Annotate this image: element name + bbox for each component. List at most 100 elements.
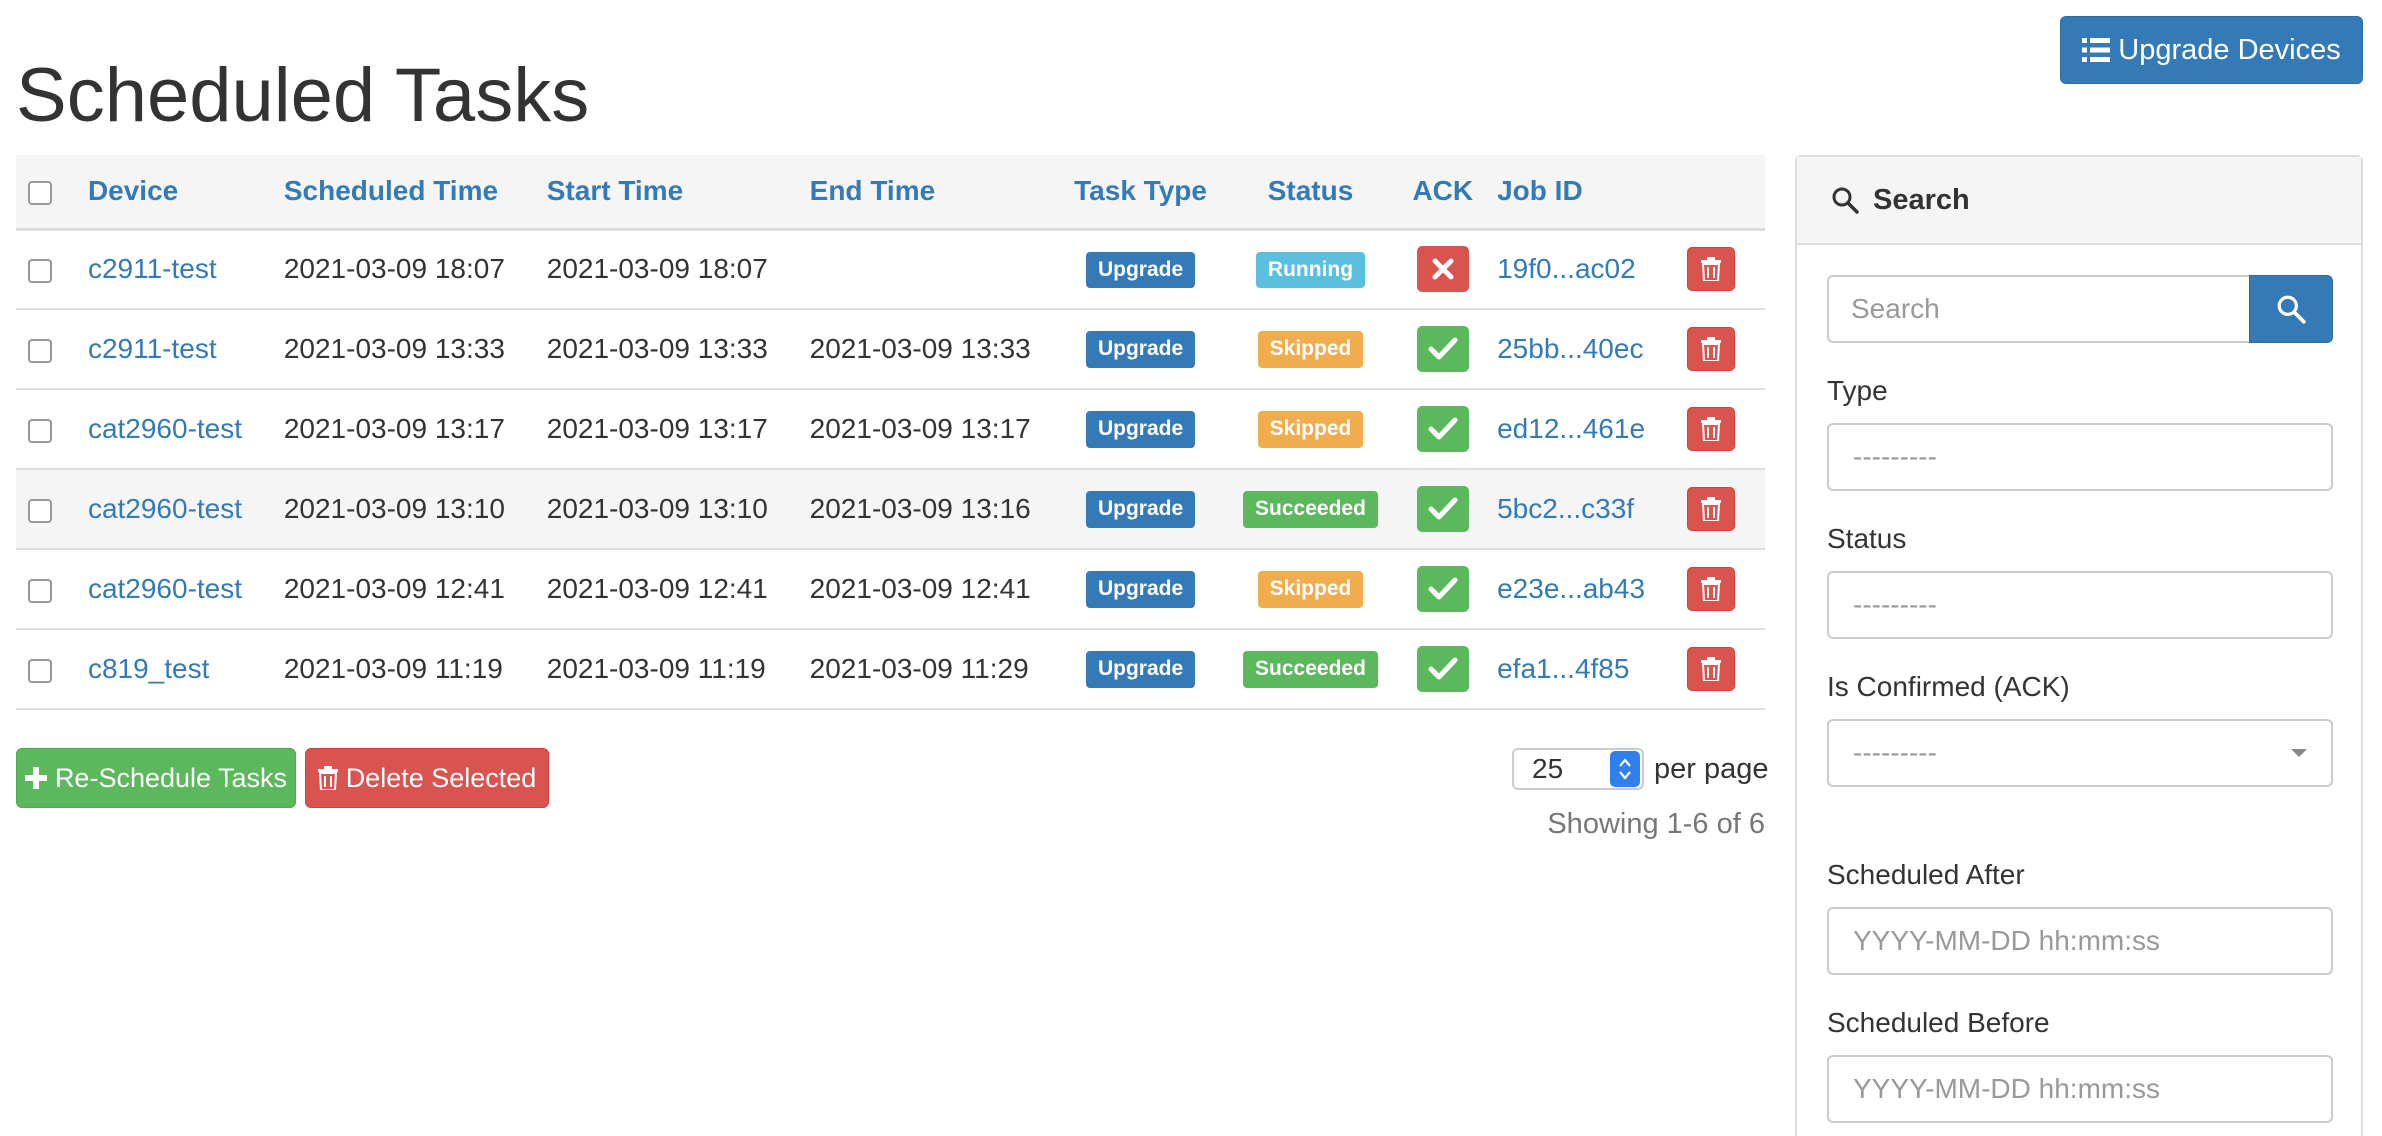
table-row: cat2960-test 2021-03-09 13:10 2021-03-09 1… (16, 469, 1765, 549)
scheduled-after-placeholder: YYYY-MM-DD hh:mm:ss (1853, 925, 2161, 956)
scheduled-time-cell: 2021-03-09 13:17 (283, 413, 505, 444)
row-select-cell (16, 309, 76, 389)
checkmark-icon[interactable] (1416, 326, 1469, 372)
table-row: c819_test 2021-03-09 11:19 2021-03-09 11:1… (16, 629, 1765, 709)
delete-row-button[interactable] (1687, 647, 1736, 691)
end-time-cell: 2021-03-09 11:29 (809, 653, 1029, 684)
row-checkbox[interactable] (28, 658, 52, 683)
search-button[interactable] (2249, 275, 2333, 343)
plus-icon (24, 767, 47, 789)
scheduled-time-cell: 2021-03-09 12:41 (283, 573, 505, 604)
device-link[interactable]: c819_test (88, 653, 209, 684)
scheduled-before-placeholder: YYYY-MM-DD hh:mm:ss (1853, 1073, 2161, 1104)
row-checkbox[interactable] (28, 338, 52, 363)
end-time-cell: 2021-03-09 13:17 (809, 413, 1031, 444)
page: Scheduled Tasks Upgrade Devices Device S… (0, 0, 2382, 1136)
job-id-cell: efa1...4f85 (1485, 629, 1675, 709)
checkmark-icon[interactable] (1416, 406, 1469, 452)
table-row: cat2960-test 2021-03-09 12:41 2021-03-09 1… (16, 549, 1765, 629)
scheduled-time-cell: 2021-03-09 18:07 (283, 253, 505, 285)
device-cell: cat2960-test (76, 389, 272, 469)
search-button-icon (2277, 295, 2306, 324)
job-id-link[interactable]: ed12...461e (1497, 413, 1645, 444)
device-link[interactable]: cat2960-test (88, 413, 242, 444)
status-badge: Skipped (1257, 571, 1364, 608)
task-type-cell: Upgrade (1061, 469, 1221, 549)
device-link[interactable]: c2911-test (88, 253, 217, 284)
delete-row-button[interactable] (1687, 327, 1736, 371)
search-row (1827, 275, 2333, 343)
select-all-cell (16, 155, 76, 231)
end-time-cell: 2021-03-09 12:41 (809, 573, 1031, 604)
delete-selected-button[interactable]: Delete Selected (305, 748, 549, 808)
job-id-link[interactable]: efa1...4f85 (1497, 653, 1629, 684)
upgrade-devices-button[interactable]: Upgrade Devices (2060, 16, 2363, 84)
task-type-badge: Upgrade (1085, 571, 1196, 608)
col-actions (1675, 155, 1765, 231)
job-id-link[interactable]: 5bc2...c33f (1497, 493, 1634, 524)
type-label: Type (1827, 375, 1888, 406)
col-status[interactable]: Status (1220, 155, 1401, 231)
row-checkbox[interactable] (28, 418, 52, 443)
reschedule-tasks-button[interactable]: Re-Schedule Tasks (16, 748, 296, 808)
table-row: cat2960-test 2021-03-09 13:17 2021-03-09 1… (16, 389, 1765, 469)
start-time-cell: 2021-03-09 18:07 (546, 253, 768, 285)
delete-cell (1675, 389, 1765, 469)
device-cell: cat2960-test (76, 469, 272, 549)
scheduled-before-input[interactable]: YYYY-MM-DD hh:mm:ss (1827, 1055, 2333, 1123)
ack-label: Is Confirmed (ACK) (1827, 671, 2070, 702)
col-device[interactable]: Device (75, 155, 272, 231)
checkmark-icon[interactable] (1416, 486, 1469, 532)
trash-icon (1701, 417, 1722, 441)
device-cell: c2911-test (76, 309, 272, 389)
table-header-row: Device Scheduled Time Start Time End Tim… (16, 155, 1765, 231)
select-all-checkbox[interactable] (28, 180, 52, 205)
status-badge: Skipped (1257, 411, 1364, 448)
col-job-id[interactable]: Job ID (1485, 155, 1676, 231)
col-scheduled-time[interactable]: Scheduled Time (271, 155, 535, 231)
delete-row-button[interactable] (1687, 487, 1736, 531)
checkmark-icon[interactable] (1416, 646, 1469, 692)
ack-select[interactable]: --------- (1827, 719, 2333, 787)
col-ack[interactable]: ACK (1400, 155, 1486, 231)
task-rows: c2911-test 2021-03-09 18:07 2021-03-09 18:… (16, 229, 1765, 709)
device-link[interactable]: cat2960-test (88, 573, 242, 604)
search-panel-header: Search (1797, 157, 2361, 245)
cross-icon[interactable] (1416, 246, 1469, 293)
checkmark-icon[interactable] (1416, 566, 1469, 612)
row-checkbox[interactable] (28, 258, 52, 283)
task-type-badge: Upgrade (1085, 491, 1196, 528)
scheduled-time-cell: 2021-03-09 13:10 (283, 493, 505, 524)
delete-row-button[interactable] (1687, 247, 1736, 292)
col-start-time[interactable]: Start Time (534, 155, 798, 231)
task-type-cell: Upgrade (1061, 629, 1221, 709)
showing-count: Showing 1-6 of 6 (1547, 808, 1765, 840)
job-id-link[interactable]: e23e...ab43 (1497, 573, 1645, 604)
search-input[interactable] (1827, 275, 2249, 343)
status-field[interactable]: --------- (1827, 571, 2333, 639)
delete-row-button[interactable] (1687, 407, 1736, 451)
type-field[interactable]: --------- (1827, 423, 2333, 491)
scheduled-after-input[interactable]: YYYY-MM-DD hh:mm:ss (1827, 907, 2333, 975)
col-task-type[interactable]: Task Type (1060, 155, 1221, 231)
task-type-cell: Upgrade (1061, 229, 1221, 309)
trash-icon (1701, 497, 1722, 521)
col-end-time[interactable]: End Time (797, 155, 1061, 231)
per-page-label: per page (1654, 752, 1769, 785)
ack-select-value: --------- (1853, 737, 1937, 768)
stepper-arrows-icon[interactable] (1610, 751, 1640, 787)
end-time-cell: 2021-03-09 13:33 (809, 333, 1031, 364)
per-page-stepper[interactable]: 25 (1512, 748, 1644, 790)
scheduled-time-cell: 2021-03-09 11:19 (283, 653, 503, 684)
device-link[interactable]: c2911-test (88, 333, 217, 364)
type-field-value: --------- (1853, 441, 1937, 472)
row-checkbox[interactable] (28, 498, 52, 523)
search-panel-title: Search (1873, 183, 1970, 216)
row-checkbox[interactable] (28, 578, 52, 603)
row-select-cell (16, 549, 76, 629)
delete-row-button[interactable] (1687, 567, 1736, 611)
device-link[interactable]: cat2960-test (88, 493, 242, 524)
job-id-link[interactable]: 19f0...ac02 (1497, 253, 1636, 284)
job-id-link[interactable]: 25bb...40ec (1497, 333, 1643, 364)
start-time-cell: 2021-03-09 13:10 (546, 493, 768, 524)
